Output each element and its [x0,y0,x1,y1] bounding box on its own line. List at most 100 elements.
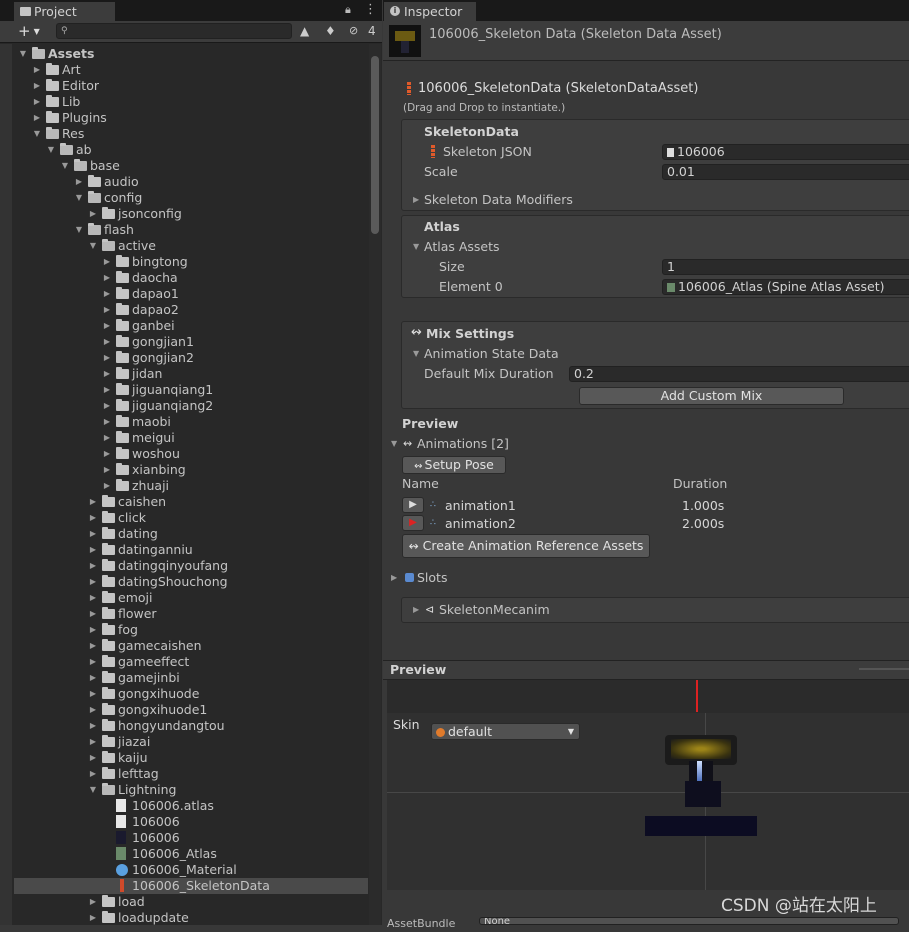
tree-folder[interactable]: ▼ ab [14,142,368,158]
tree-folder[interactable]: ▶ Editor [14,78,368,94]
tree-folder[interactable]: ▶ load [14,894,368,910]
foldout-closed-icon[interactable]: ▶ [102,398,112,414]
size-field[interactable]: 1 [662,259,909,275]
tree-folder[interactable]: ▶ datingShouchong [14,574,368,590]
hidden-packages-icon[interactable]: ⊘ [349,24,365,38]
foldout-closed-icon[interactable]: ▶ [102,350,112,366]
tree-folder[interactable]: ▶ datinganniu [14,542,368,558]
tree-asset[interactable]: 106006_Material [14,862,368,878]
foldout-open-icon[interactable]: ▼ [74,222,84,238]
foldout-closed-icon[interactable]: ▶ [88,510,98,526]
tree-folder[interactable]: ▼ config [14,190,368,206]
tree-folder[interactable]: ▶ ganbei [14,318,368,334]
play-animation-button[interactable]: ▶ [402,497,424,513]
tab-inspector[interactable]: i Inspector [384,2,476,21]
more-menu-icon[interactable]: ⋮ [364,2,377,18]
foldout-closed-icon[interactable]: ▶ [102,478,112,494]
foldout-closed-icon[interactable]: ▶ [88,574,98,590]
foldout-closed-icon[interactable]: ▶ [102,286,112,302]
tree-folder[interactable]: ▶ click [14,510,368,526]
search-input[interactable]: ⚲ [56,23,292,39]
skeleton-preview-viewport[interactable]: Skin default ▼ [387,680,909,890]
skeleton-json-field[interactable]: 106006 [662,144,909,160]
tree-folder[interactable]: ▶ caishen [14,494,368,510]
tree-folder[interactable]: ▶ fog [14,622,368,638]
asset-bundle-dropdown[interactable]: None [479,917,899,925]
foldout-open-icon[interactable]: ▼ [74,190,84,206]
foldout-closed-icon[interactable]: ▶ [88,206,98,222]
tree-folder[interactable]: ▶ datingqinyoufang [14,558,368,574]
play-animation-button[interactable]: ▶ [402,515,424,531]
filter-by-label-icon[interactable]: ♦ [325,24,339,38]
foldout-closed-icon[interactable]: ▶ [102,446,112,462]
tree-asset[interactable]: 106006 [14,830,368,846]
default-mix-duration-field[interactable]: 0.2 [569,366,909,382]
foldout-closed-icon[interactable]: ▶ [88,686,98,702]
setup-pose-button[interactable]: ↭ Setup Pose [402,456,506,474]
foldout-closed-icon[interactable]: ▶ [88,718,98,734]
tree-asset[interactable]: 106006_SkeletonData [14,878,368,894]
project-scrollbar-thumb[interactable] [371,56,379,234]
atlas-assets-foldout-arrow[interactable]: ▼ [413,239,419,255]
animations-label[interactable]: Animations [2] [417,436,509,452]
tree-asset[interactable]: 106006 [14,814,368,830]
tree-folder[interactable]: ▶ Lib [14,94,368,110]
modifiers-foldout-arrow[interactable]: ▶ [413,192,419,208]
tree-folder[interactable]: ▶ maobi [14,414,368,430]
tree-folder[interactable]: ▶ woshou [14,446,368,462]
skeleton-mecanim-label[interactable]: SkeletonMecanim [439,602,550,618]
element-0-field[interactable]: 106006_Atlas (Spine Atlas Asset) [662,279,909,295]
animations-foldout-arrow[interactable]: ▼ [391,436,397,452]
animation-state-data-label[interactable]: Animation State Data [424,346,559,362]
foldout-closed-icon[interactable]: ▶ [88,734,98,750]
animation-state-foldout-arrow[interactable]: ▼ [413,346,419,362]
tree-folder[interactable]: ▼ Lightning [14,782,368,798]
tree-folder[interactable]: ▶ gongjian1 [14,334,368,350]
tree-folder[interactable]: ▶ Art [14,62,368,78]
tree-folder[interactable]: ▶ dapao1 [14,286,368,302]
tree-folder[interactable]: ▶ daocha [14,270,368,286]
foldout-closed-icon[interactable]: ▶ [102,270,112,286]
tree-folder[interactable]: ▶ dapao2 [14,302,368,318]
foldout-closed-icon[interactable]: ▶ [102,334,112,350]
tree-folder[interactable]: ▶ jidan [14,366,368,382]
tree-folder[interactable]: ▶ loadupdate [14,910,368,925]
tree-folder[interactable]: ▶ meigui [14,430,368,446]
tree-folder[interactable]: ▶ kaiju [14,750,368,766]
tree-folder[interactable]: ▼ flash [14,222,368,238]
foldout-open-icon[interactable]: ▼ [32,126,42,142]
foldout-closed-icon[interactable]: ▶ [88,750,98,766]
foldout-closed-icon[interactable]: ▶ [88,622,98,638]
tree-folder[interactable]: ▶ gamecaishen [14,638,368,654]
foldout-closed-icon[interactable]: ▶ [88,590,98,606]
tree-folder[interactable]: ▼ active [14,238,368,254]
atlas-assets-label[interactable]: Atlas Assets [424,239,500,255]
tree-folder[interactable]: ▶ jiguanqiang2 [14,398,368,414]
foldout-closed-icon[interactable]: ▶ [88,494,98,510]
foldout-closed-icon[interactable]: ▶ [88,606,98,622]
skeleton-data-modifiers[interactable]: Skeleton Data Modifiers [424,192,573,208]
foldout-closed-icon[interactable]: ▶ [74,174,84,190]
foldout-open-icon[interactable]: ▼ [46,142,56,158]
preview-resize-divider[interactable] [859,668,909,670]
filter-by-type-icon[interactable]: ▲ [300,24,314,38]
foldout-closed-icon[interactable]: ▶ [88,526,98,542]
tab-project[interactable]: Project [14,2,115,21]
foldout-closed-icon[interactable]: ▶ [32,62,42,78]
foldout-open-icon[interactable]: ▼ [88,238,98,254]
foldout-open-icon[interactable]: ▼ [18,46,28,62]
slots-label[interactable]: Slots [417,570,447,586]
foldout-closed-icon[interactable]: ▶ [88,702,98,718]
foldout-closed-icon[interactable]: ▶ [88,558,98,574]
tree-folder[interactable]: ▼ base [14,158,368,174]
create-animation-reference-assets-button[interactable]: ↭ Create Animation Reference Assets [402,534,650,558]
foldout-closed-icon[interactable]: ▶ [102,302,112,318]
tree-folder[interactable]: ▶ gongxihuode1 [14,702,368,718]
tree-folder[interactable]: ▶ hongyundangtou [14,718,368,734]
foldout-open-icon[interactable]: ▼ [60,158,70,174]
tree-folder[interactable]: ▶ emoji [14,590,368,606]
foldout-closed-icon[interactable]: ▶ [88,670,98,686]
foldout-open-icon[interactable]: ▼ [88,782,98,798]
timeline-playhead[interactable] [696,680,698,712]
tree-folder[interactable]: ▶ zhuaji [14,478,368,494]
